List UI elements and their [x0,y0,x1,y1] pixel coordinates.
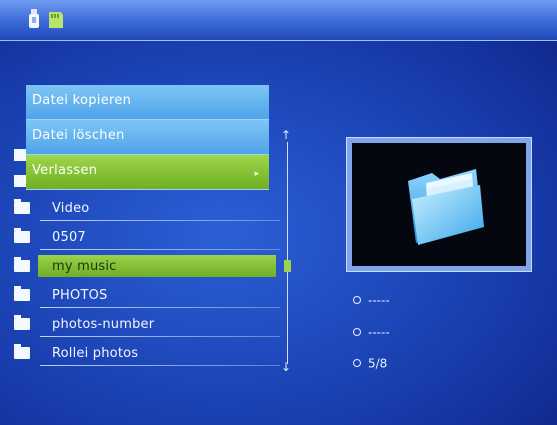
chevron-right-icon: ▸ [254,169,259,179]
bullet-icon [353,327,361,336]
memory-card-icon [49,12,63,28]
folder-icon [408,169,484,245]
row-divider [40,249,280,250]
list-item-label: Rollei photos [52,346,139,361]
context-menu: Datei kopieren Datei löschen Verlassen ▸ [26,85,269,193]
list-item[interactable]: PHOTOS [14,282,280,310]
menu-item-exit[interactable]: Verlassen ▸ [26,155,269,190]
list-item-selected[interactable]: my music [14,253,280,281]
scroll-track[interactable] [287,142,288,364]
scroll-up-arrow-icon[interactable]: ↑ [281,128,291,142]
list-item[interactable]: Rollei photos [14,340,280,368]
menu-item-label: Verlassen [32,163,98,178]
folder-icon [14,315,30,330]
screen-background: Video 0507 my music PHOTOS photos-number… [0,0,557,425]
item-position-counter: 5/8 [353,356,473,371]
folder-icon [14,344,30,359]
scroll-thumb[interactable] [284,260,291,272]
bullet-icon [353,295,361,304]
folder-icon [14,286,30,301]
usb-icon [29,9,39,28]
preview-panel [346,137,532,272]
list-item[interactable]: photos-number [14,311,280,339]
list-item-label: 0507 [52,230,86,245]
row-divider [40,365,280,366]
list-item[interactable]: Video [14,195,280,223]
scrollbar[interactable]: ↑ ↓ [280,128,296,375]
menu-item-copy-file[interactable]: Datei kopieren [26,85,269,120]
list-item-label: photos-number [52,317,155,332]
preview-area [352,143,526,266]
bullet-icon [353,358,361,367]
info-line-1: ----- [353,293,473,308]
info-line-2: ----- [353,325,473,340]
menu-item-delete-file[interactable]: Datei löschen [26,120,269,155]
menu-item-label: Datei kopieren [32,93,132,108]
folder-icon [14,228,30,243]
folder-icon [14,257,30,272]
scroll-down-arrow-icon[interactable]: ↓ [281,360,291,374]
menu-item-label: Datei löschen [32,128,125,143]
list-item-label: Video [52,201,90,216]
row-divider [40,336,280,337]
folder-icon [14,199,30,214]
list-item-label: my music [52,259,117,274]
list-item[interactable]: 0507 [14,224,280,252]
row-divider [40,220,280,221]
list-item-label: PHOTOS [52,288,108,303]
row-divider [40,307,280,308]
top-status-bar [0,0,557,41]
